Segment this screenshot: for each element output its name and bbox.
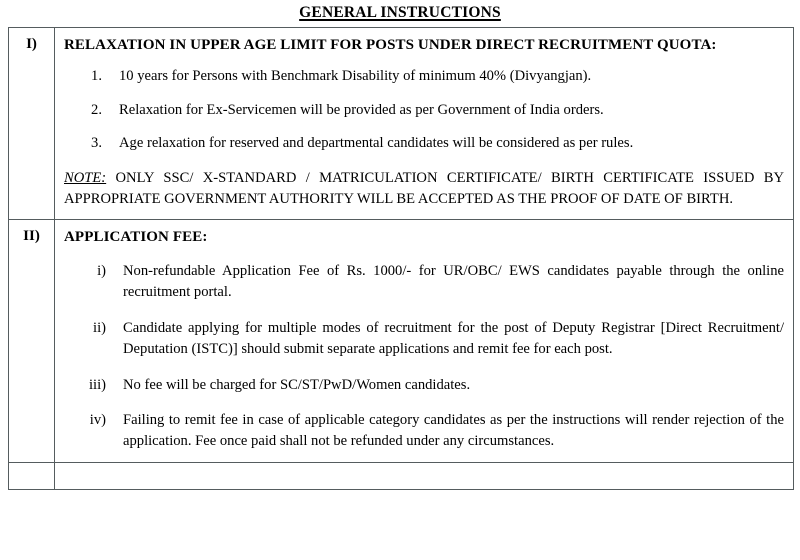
section-body-1: RELAXATION IN UPPER AGE LIMIT FOR POSTS … [54, 26, 794, 221]
list-item-text: Candidate applying for multiple modes of… [123, 319, 784, 358]
list-item: 2. Relaxation for Ex-Servicemen will be … [64, 100, 784, 121]
list-item-marker: 2. [91, 101, 102, 118]
list-item-text: 10 years for Persons with Benchmark Disa… [119, 68, 592, 85]
list-item-marker: i) [97, 262, 106, 279]
list-item: iv) Failing to remit fee in case of appl… [64, 410, 784, 453]
list-item-marker: iii) [88, 376, 106, 393]
table-row-partial [8, 461, 794, 490]
instructions-table: I) RELAXATION IN UPPER AGE LIMIT FOR POS… [8, 26, 794, 490]
document-page: GENERAL INSTRUCTIONS I) RELAXATION IN UP… [0, 0, 800, 560]
section-body-next [54, 461, 794, 490]
page-title: GENERAL INSTRUCTIONS [299, 4, 501, 21]
section-body-2: APPLICATION FEE: i) Non-refundable Appli… [54, 219, 794, 463]
list-item-marker: 3. [91, 135, 102, 152]
table-row: II) APPLICATION FEE: i) Non-refundable A… [8, 219, 794, 463]
list-item: 1. 10 years for Persons with Benchmark D… [64, 66, 784, 87]
list-item-marker: iv) [89, 411, 106, 428]
list-item: ii) Candidate applying for multiple mode… [64, 318, 784, 361]
list-item-text: No fee will be charged for SC/ST/PwD/Wom… [123, 376, 471, 393]
list-item: 3. Age relaxation for reserved and depar… [64, 133, 784, 154]
section-heading-1: RELAXATION IN UPPER AGE LIMIT FOR POSTS … [64, 37, 717, 53]
list-item-text: Age relaxation for reserved and departme… [119, 135, 634, 152]
section-number-1: I) [8, 26, 55, 221]
note-paragraph: NOTE: ONLY SSC/ X-STANDARD / MATRICULATI… [64, 168, 784, 211]
list-item-text: Relaxation for Ex-Servicemen will be pro… [119, 101, 604, 118]
list-item: i) Non-refundable Application Fee of Rs.… [64, 261, 784, 304]
section-heading-2: APPLICATION FEE: [64, 229, 208, 246]
note-label: NOTE: [64, 169, 107, 186]
list-item-marker: 1. [91, 68, 102, 85]
application-fee-list: i) Non-refundable Application Fee of Rs.… [64, 261, 784, 453]
list-item: iii) No fee will be charged for SC/ST/Pw… [64, 375, 784, 396]
section-number-next [8, 461, 55, 490]
note-text: ONLY SSC/ X-STANDARD / MATRICULATION CER… [64, 169, 784, 208]
table-row: I) RELAXATION IN UPPER AGE LIMIT FOR POS… [8, 26, 794, 221]
list-item-marker: ii) [93, 319, 106, 336]
section-number-2: II) [8, 219, 55, 463]
list-item-text: Failing to remit fee in case of applicab… [123, 411, 784, 450]
list-item-text: Non-refundable Application Fee of Rs. 10… [123, 262, 784, 301]
relaxation-list: 1. 10 years for Persons with Benchmark D… [64, 66, 784, 154]
